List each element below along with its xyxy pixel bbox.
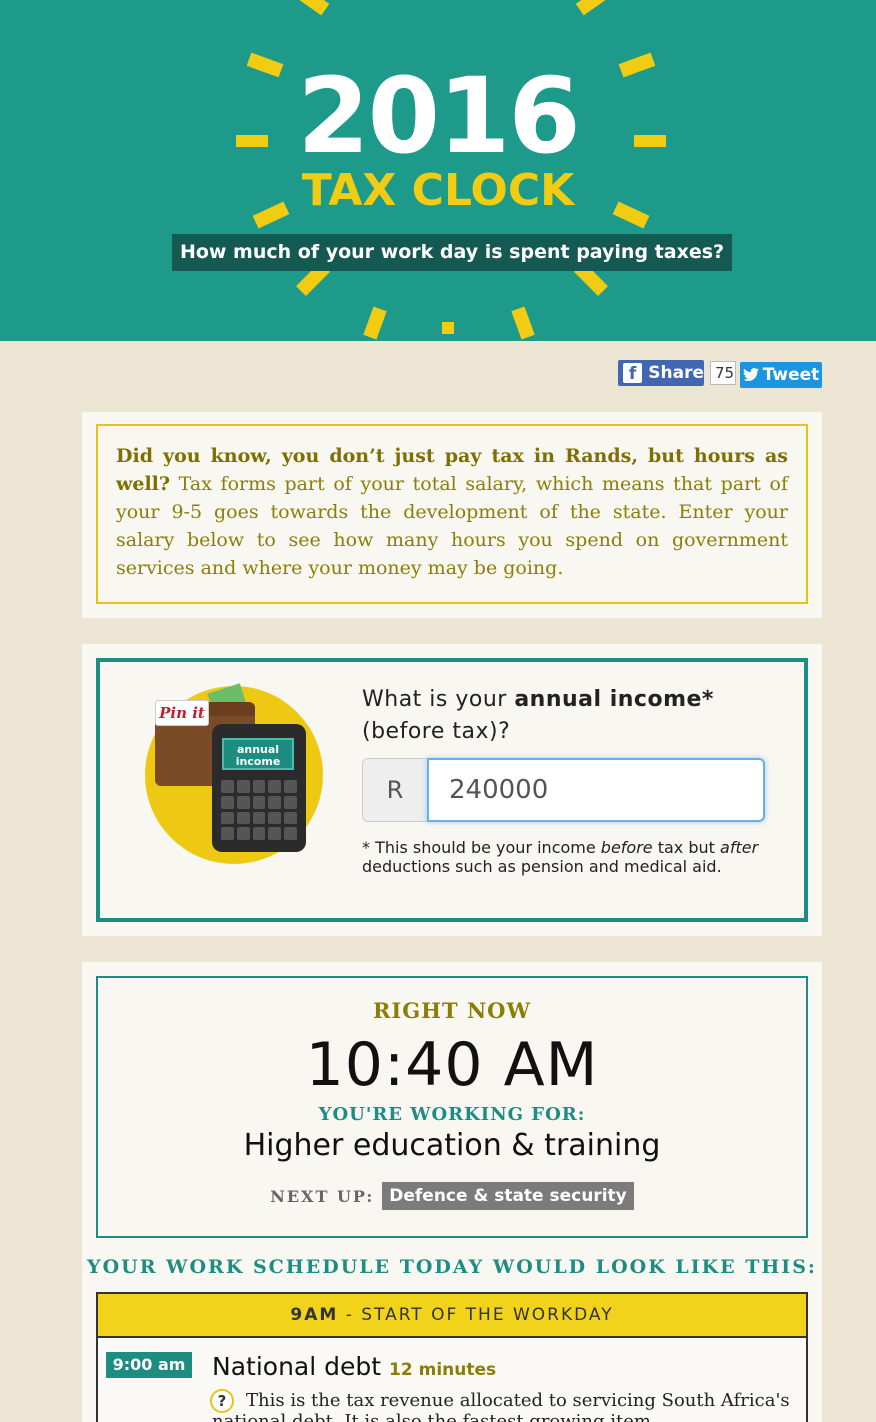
right-now-label: RIGHT NOW [372, 998, 532, 1023]
share-count: 75 [710, 361, 736, 385]
currency-addon: R [362, 758, 428, 822]
intro-body: Tax forms part of your total salary, whi… [116, 473, 788, 579]
intro-card: Did you know, you don’t just pay tax in … [82, 412, 822, 618]
hero-subtitle: How much of your work day is spent payin… [172, 234, 732, 271]
hero-year: 2016 [297, 55, 580, 177]
schedule-item-description: This is the tax revenue allocated to ser… [212, 1390, 790, 1422]
working-for-label: YOU'RE WORKING FOR: [318, 1104, 586, 1125]
schedule-item-title: National debt 12 minutes [212, 1352, 497, 1381]
working-for-value: Higher education & training [243, 1128, 661, 1163]
next-up-label: NEXT UP: [270, 1186, 375, 1206]
twitter-bird-icon [742, 368, 759, 381]
calculator-keys [221, 780, 297, 840]
share-label: Share [648, 363, 704, 383]
workday-start-bar: 9AM - START OF THE WORKDAY [98, 1294, 806, 1338]
hero-title: TAX CLOCK [301, 165, 575, 216]
hero-banner: 2016 TAX CLOCK How much of your work day… [0, 0, 876, 341]
tweet-button[interactable]: Tweet [740, 362, 822, 388]
intro-text: Did you know, you don’t just pay tax in … [96, 424, 808, 604]
current-time: 10:40 AM [305, 1030, 599, 1100]
income-panel: Pin it annual income What is your annual… [96, 658, 808, 922]
result-card: RIGHT NOW 10:40 AM YOU'RE WORKING FOR: H… [82, 962, 822, 1422]
right-now-panel: RIGHT NOW 10:40 AM YOU'RE WORKING FOR: H… [96, 976, 808, 1238]
tweet-label: Tweet [762, 365, 820, 385]
facebook-icon: f [623, 363, 643, 384]
facebook-share-button[interactable]: f Share [618, 360, 704, 386]
calculator-screen: annual income [222, 738, 294, 770]
income-card: Pin it annual income What is your annual… [82, 644, 822, 936]
annual-income-input[interactable] [427, 758, 765, 822]
calculator-icon: annual income [212, 724, 306, 852]
income-question: What is your annual income* (before tax)… [362, 687, 714, 744]
schedule-heading: YOUR WORK SCHEDULE TODAY WOULD LOOK LIKE… [87, 1256, 817, 1278]
pinterest-pin-it-button[interactable]: Pin it [155, 700, 209, 726]
income-note: * This should be your income before tax … [362, 838, 759, 876]
schedule-time: 9:00 am [106, 1352, 192, 1378]
schedule-item-duration: 12 minutes [389, 1360, 497, 1380]
next-up-row: NEXT UP: Defence & state security [98, 1182, 806, 1210]
next-up-value: Defence & state security [382, 1182, 634, 1210]
schedule-table: 9AM - START OF THE WORKDAY 9:00 am Natio… [96, 1292, 808, 1422]
